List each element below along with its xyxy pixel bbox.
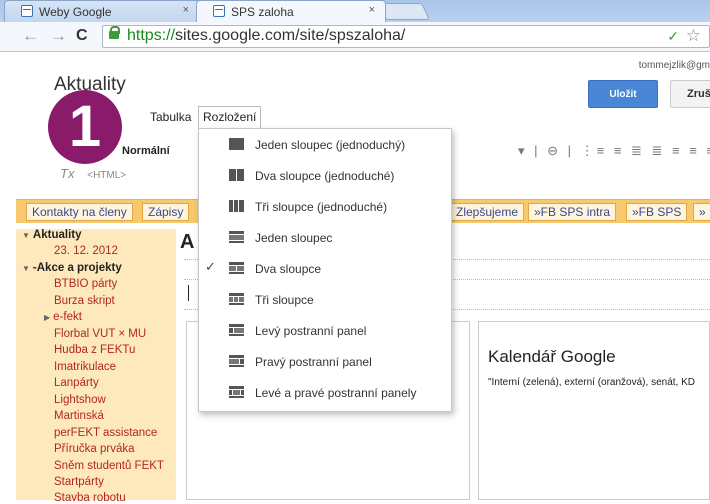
sidebar-item-efekt[interactable]: ▶ e-fekt	[44, 311, 82, 323]
layout-one-column-icon	[229, 231, 244, 243]
layout-two-columns-icon	[229, 262, 244, 274]
forward-icon[interactable]: →	[50, 26, 67, 46]
html-button[interactable]: <HTML>	[87, 170, 126, 181]
option-label: Pravý postranní panel	[255, 355, 372, 369]
sidebar-item[interactable]: BTBIO párty	[54, 278, 117, 290]
sidebar-item[interactable]: Martinská	[54, 410, 104, 422]
nav-fb-sps-intra[interactable]: »FB SPS intra	[528, 203, 617, 221]
clear-format-icon[interactable]: Tx	[60, 166, 74, 181]
sidebar-item[interactable]: Sněm studentů FEKT	[54, 460, 164, 472]
calendar-description: "Interní (zelená), externí (oranžová), s…	[488, 377, 695, 388]
nav-zlepsujeme[interactable]: Zlepšujeme	[450, 203, 525, 221]
tab-weby-google[interactable]: Weby Google ×	[4, 0, 200, 22]
option-label: Levé a pravé postranní panely	[255, 386, 417, 400]
layout-left-sidebar-icon	[229, 324, 244, 336]
layout-one-column-simple-icon	[229, 138, 244, 150]
layout-two-columns-simple-icon	[229, 169, 244, 181]
text-cursor	[188, 285, 189, 301]
layout-option-right-sidebar[interactable]: Pravý postranní panel	[199, 346, 453, 377]
tab-sps-zaloha[interactable]: SPS zaloha ×	[196, 0, 386, 22]
layout-three-columns-simple-icon	[229, 200, 244, 212]
nav-fb-sps[interactable]: »FB SPS	[626, 203, 688, 221]
url-text: https://sites.google.com/site/spszaloha/	[127, 27, 405, 45]
browser-toolbar: ← → C https://sites.google.com/site/spsz…	[0, 22, 710, 52]
sidebar-item-aktuality[interactable]: ▼ Aktuality	[22, 229, 82, 241]
sidebar-item-akce[interactable]: ▼ -Akce a projekty	[22, 262, 122, 274]
nav-more[interactable]: »	[693, 203, 710, 221]
option-label: Levý postranní panel	[255, 324, 367, 338]
layout-option-two-columns-simple[interactable]: Dva sloupce (jednoduché)	[199, 160, 453, 191]
tab-bar: Weby Google × SPS zaloha ×	[0, 0, 710, 22]
reload-icon[interactable]: C	[76, 27, 88, 45]
layout-option-two-columns[interactable]: ✓ Dva sloupce	[199, 253, 453, 284]
layout-option-three-columns-simple[interactable]: Tři sloupce (jednoduché)	[199, 191, 453, 222]
sidebar-item[interactable]: Hudba z FEKTu	[54, 344, 135, 356]
layout-option-three-columns[interactable]: Tři sloupce	[199, 284, 453, 315]
option-label: Tři sloupce	[255, 293, 314, 307]
sidebar-item[interactable]: perFEKT assistance	[54, 427, 157, 439]
layout-both-sidebars-icon	[229, 386, 244, 398]
url-host-path: sites.google.com/site/spszaloha/	[175, 27, 406, 44]
sidebar-item[interactable]: 23. 12. 2012	[54, 245, 118, 257]
nav-zapisy[interactable]: Zápisy	[142, 203, 190, 221]
sidebar-item-label: -Akce a projekty	[32, 262, 122, 274]
star-icon[interactable]: ☆	[686, 26, 701, 46]
nav-kontakty[interactable]: Kontakty na členy	[26, 203, 133, 221]
option-label: Jeden sloupec	[255, 231, 333, 245]
step-number-badge: 1	[48, 90, 122, 164]
calendar-title: Kalendář Google	[488, 347, 616, 366]
lock-icon	[109, 26, 120, 39]
page-icon	[21, 5, 33, 17]
sidebar-item[interactable]: Florbal VUT × MU	[54, 328, 146, 340]
option-label: Dva sloupce (jednoduché)	[255, 169, 395, 183]
sidebar-item[interactable]: Lightshow	[54, 394, 106, 406]
sidebar-item[interactable]: Burza skript	[54, 295, 115, 307]
option-label: Tři sloupce (jednoduché)	[255, 200, 388, 214]
check-icon: ✓	[205, 259, 216, 274]
url-scheme: https://	[127, 27, 176, 44]
sidebar-item-label: Aktuality	[32, 229, 82, 241]
chevron-down-icon[interactable]: ▼	[22, 231, 30, 240]
layout-option-one-column[interactable]: Jeden sloupec	[199, 222, 453, 253]
layout-dropdown: Jeden sloupec (jednoduchý) Dva sloupce (…	[198, 128, 452, 412]
sidebar-item[interactable]: Lanpárty	[54, 377, 99, 389]
cancel-button[interactable]: Zruš	[670, 80, 710, 108]
save-button[interactable]: Uložit	[588, 80, 658, 108]
sidebar-item-label: e-fekt	[53, 311, 82, 323]
page-icon	[213, 5, 225, 17]
sidebar-item[interactable]: Stavba robotu	[54, 492, 126, 504]
sidebar: ▼ Aktuality 23. 12. 2012 ▼ -Akce a projekt…	[16, 229, 176, 504]
layout-option-one-column-simple[interactable]: Jeden sloupec (jednoduchý)	[199, 129, 453, 160]
address-bar[interactable]: https://sites.google.com/site/spszaloha/…	[102, 25, 710, 48]
close-icon[interactable]: ×	[183, 4, 189, 16]
chevron-down-icon[interactable]: ▼	[22, 264, 30, 273]
format-toolbar-row2: Tx <HTML>	[60, 166, 126, 186]
browser-chrome: Weby Google × SPS zaloha × ← → C https:/…	[0, 0, 710, 52]
sidebar-item[interactable]: Příručka prváka	[54, 443, 135, 455]
layout-right-sidebar-icon	[229, 355, 244, 367]
format-tools[interactable]: ▾ | ⊖ | ⋮≡ ≡ ≣ ≣ ≡ ≡ ≡	[518, 143, 710, 159]
close-icon[interactable]: ×	[369, 4, 375, 16]
sidebar-item[interactable]: Startpárty	[54, 476, 104, 488]
layout-three-columns-icon	[229, 293, 244, 305]
back-icon[interactable]: ←	[22, 26, 39, 46]
sidebar-item[interactable]: Imatrikulace	[54, 361, 116, 373]
paragraph-style-select[interactable]: Normální	[122, 145, 170, 157]
chevron-right-icon[interactable]: ▶	[44, 313, 50, 322]
menu-layout[interactable]: Rozložení	[198, 106, 262, 128]
option-label: Jeden sloupec (jednoduchý)	[255, 138, 406, 152]
layout-option-left-sidebar[interactable]: Levý postranní panel	[199, 315, 453, 346]
page-title[interactable]: A	[180, 231, 194, 254]
menu-table[interactable]: Tabulka	[150, 110, 191, 124]
user-email[interactable]: tommejzlik@gm	[639, 60, 710, 71]
tab-label: SPS zaloha	[231, 5, 294, 19]
check-icon[interactable]: ✓	[667, 28, 679, 45]
option-label: Dva sloupce	[255, 262, 322, 276]
tab-label: Weby Google	[39, 5, 112, 19]
layout-option-both-sidebars[interactable]: Levé a pravé postranní panely	[199, 377, 453, 408]
